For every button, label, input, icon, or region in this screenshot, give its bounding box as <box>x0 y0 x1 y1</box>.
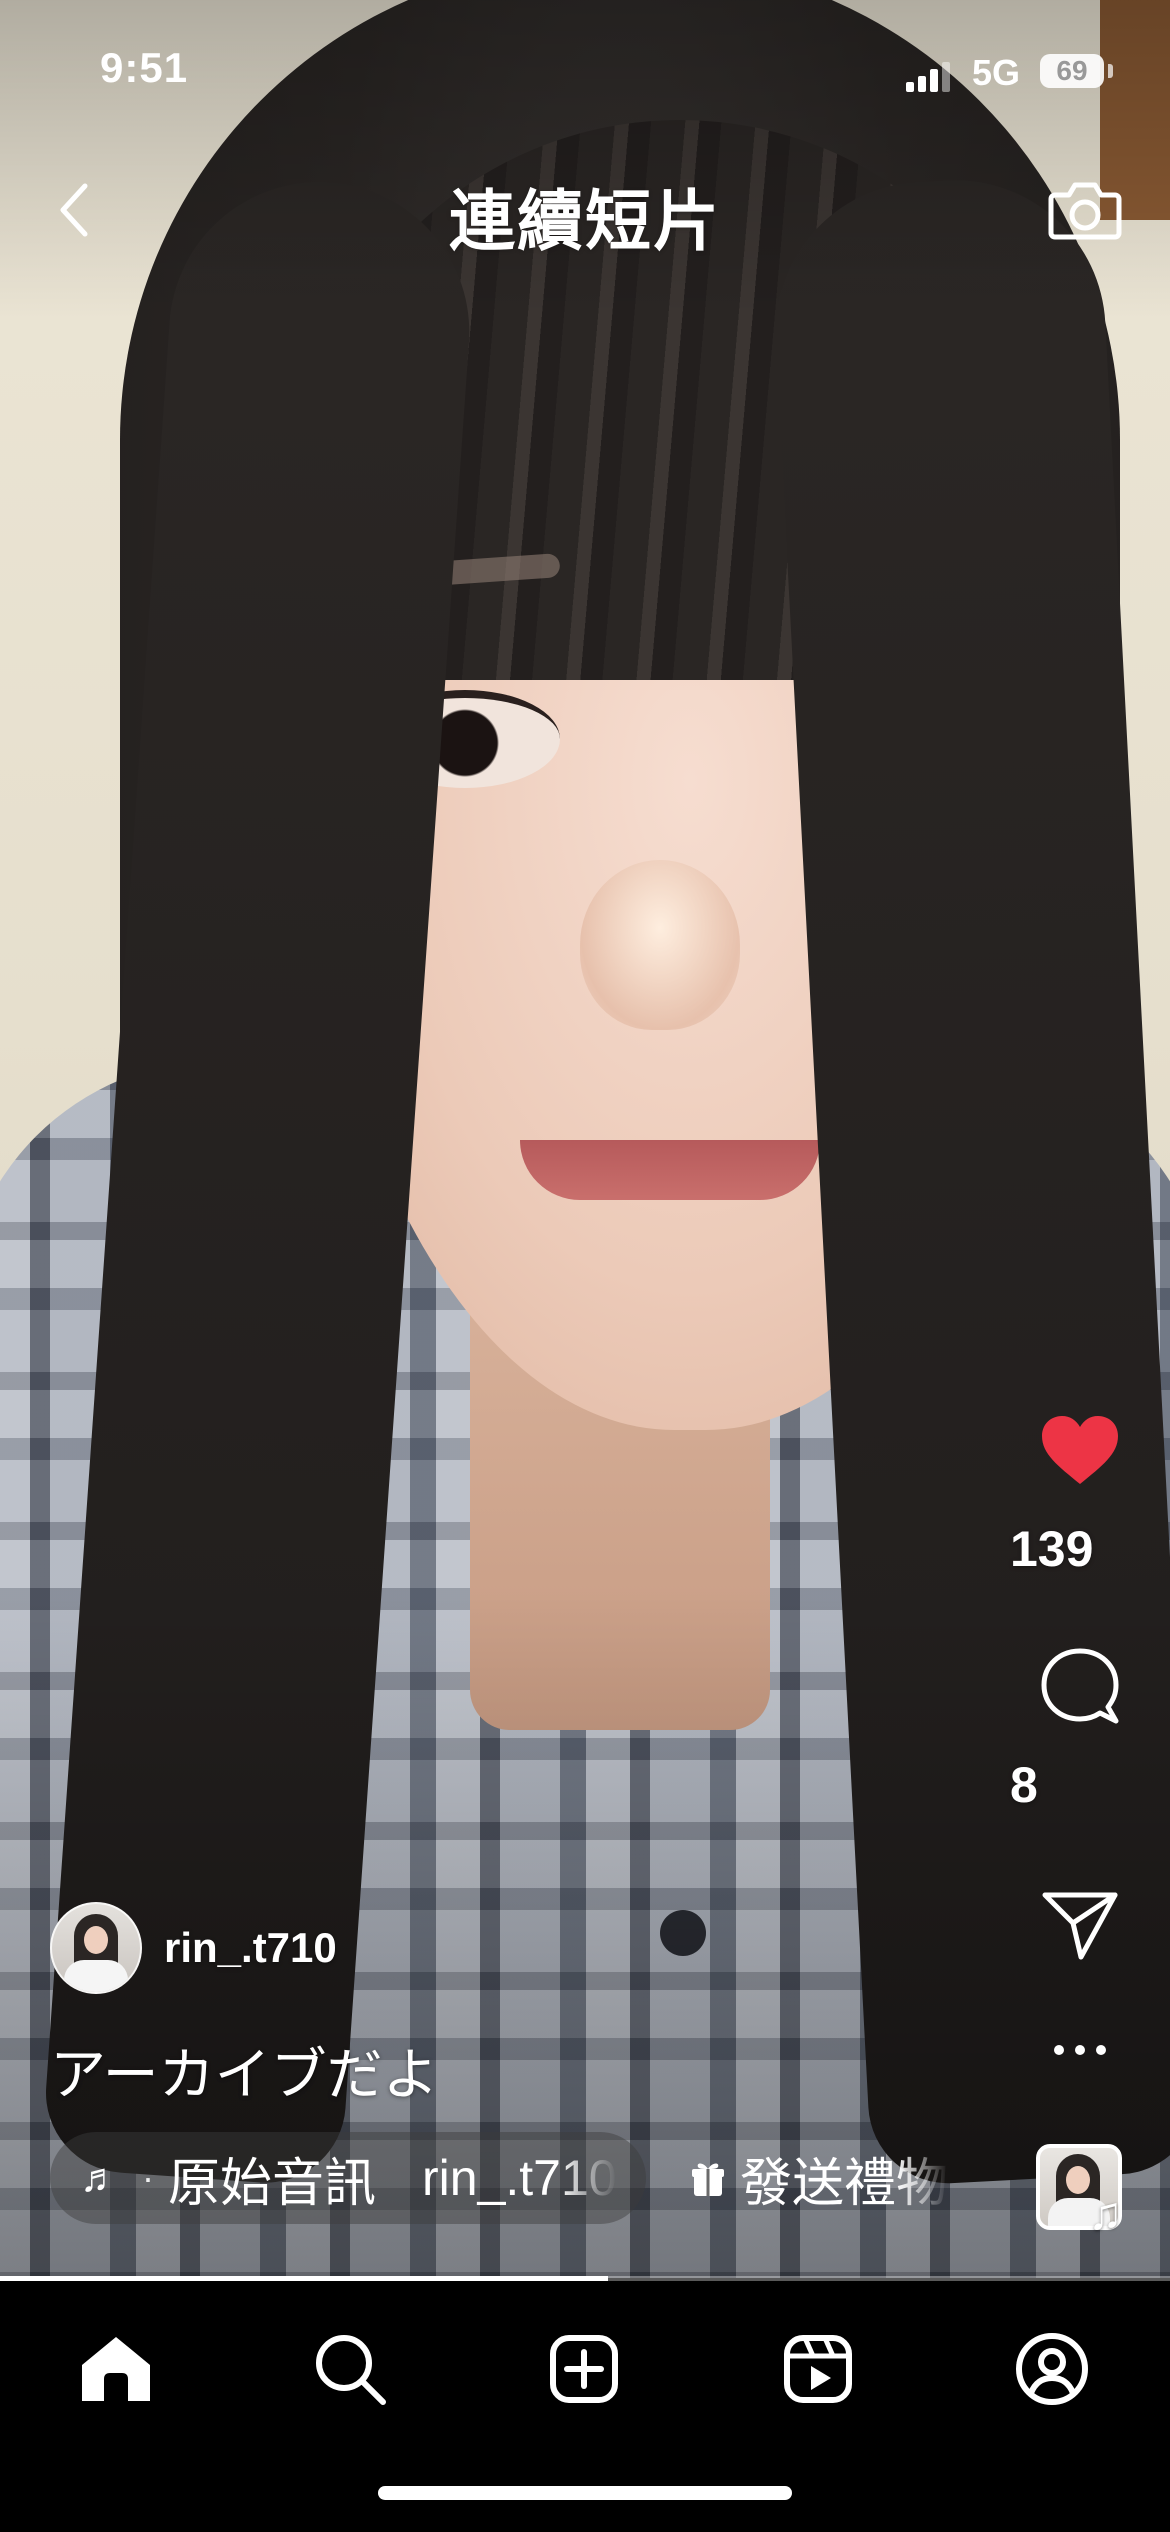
audio-pill[interactable]: ♬ · 原始音訊 rin_.t710 <box>50 2132 646 2224</box>
battery-level: 69 <box>1056 55 1088 86</box>
create-icon <box>550 2335 618 2403</box>
send-gift-button[interactable]: 發送禮物 <box>680 2132 980 2224</box>
separator: · <box>142 2157 154 2198</box>
camera-icon <box>1048 182 1122 240</box>
comment-button[interactable] <box>1010 1642 1150 1732</box>
heart-icon <box>1042 1416 1118 1484</box>
page-title: 連續短片 <box>449 184 721 258</box>
status-bar: 9:51 5G 69 <box>0 0 1170 140</box>
like-button[interactable] <box>1010 1405 1150 1495</box>
username[interactable]: rin_.t710 <box>164 1924 337 1972</box>
home-icon <box>82 2337 150 2401</box>
tab-reels[interactable] <box>758 2319 878 2419</box>
audio-title: 原始音訊 <box>168 2154 377 2213</box>
gift-icon <box>692 2163 724 2196</box>
comment-icon <box>1041 1648 1119 1724</box>
home-indicator[interactable] <box>378 2486 792 2500</box>
profile-icon <box>1016 2333 1088 2405</box>
send-icon <box>1042 1892 1118 1960</box>
caption[interactable]: アーカイブだよ <box>50 2030 439 2111</box>
more-button[interactable] <box>1010 2010 1150 2090</box>
cellular-signal-icon <box>906 62 950 92</box>
avatar[interactable] <box>50 1902 142 1994</box>
tab-create[interactable] <box>524 2319 644 2419</box>
status-time: 9:51 <box>100 44 189 91</box>
tab-profile[interactable] <box>992 2319 1112 2419</box>
author-row[interactable]: rin_.t710 <box>50 1902 337 1994</box>
music-note-icon: ♫ <box>1088 2187 1123 2239</box>
battery-icon: 69 <box>1040 54 1104 88</box>
share-button[interactable] <box>1010 1880 1150 1970</box>
reels-icon <box>784 2335 852 2403</box>
tab-home[interactable] <box>56 2319 176 2419</box>
like-count: 139 <box>1010 1521 1094 1577</box>
camera-button[interactable] <box>1040 170 1130 250</box>
more-horizontal-icon <box>1054 2045 1106 2055</box>
comment-count: 8 <box>1010 1757 1038 1813</box>
audio-artist: rin_.t710 <box>422 2150 617 2206</box>
search-icon <box>316 2335 386 2405</box>
reels-screen: 9:51 5G 69 連續短片 139 8 ♫ rin_.t710 アーカイブだ… <box>0 0 1170 2532</box>
music-note-icon: ♬ <box>80 2155 120 2200</box>
gift-label: 發送禮物 <box>740 2154 949 2213</box>
tab-search[interactable] <box>290 2319 410 2419</box>
network-type: 5G <box>972 52 1021 93</box>
